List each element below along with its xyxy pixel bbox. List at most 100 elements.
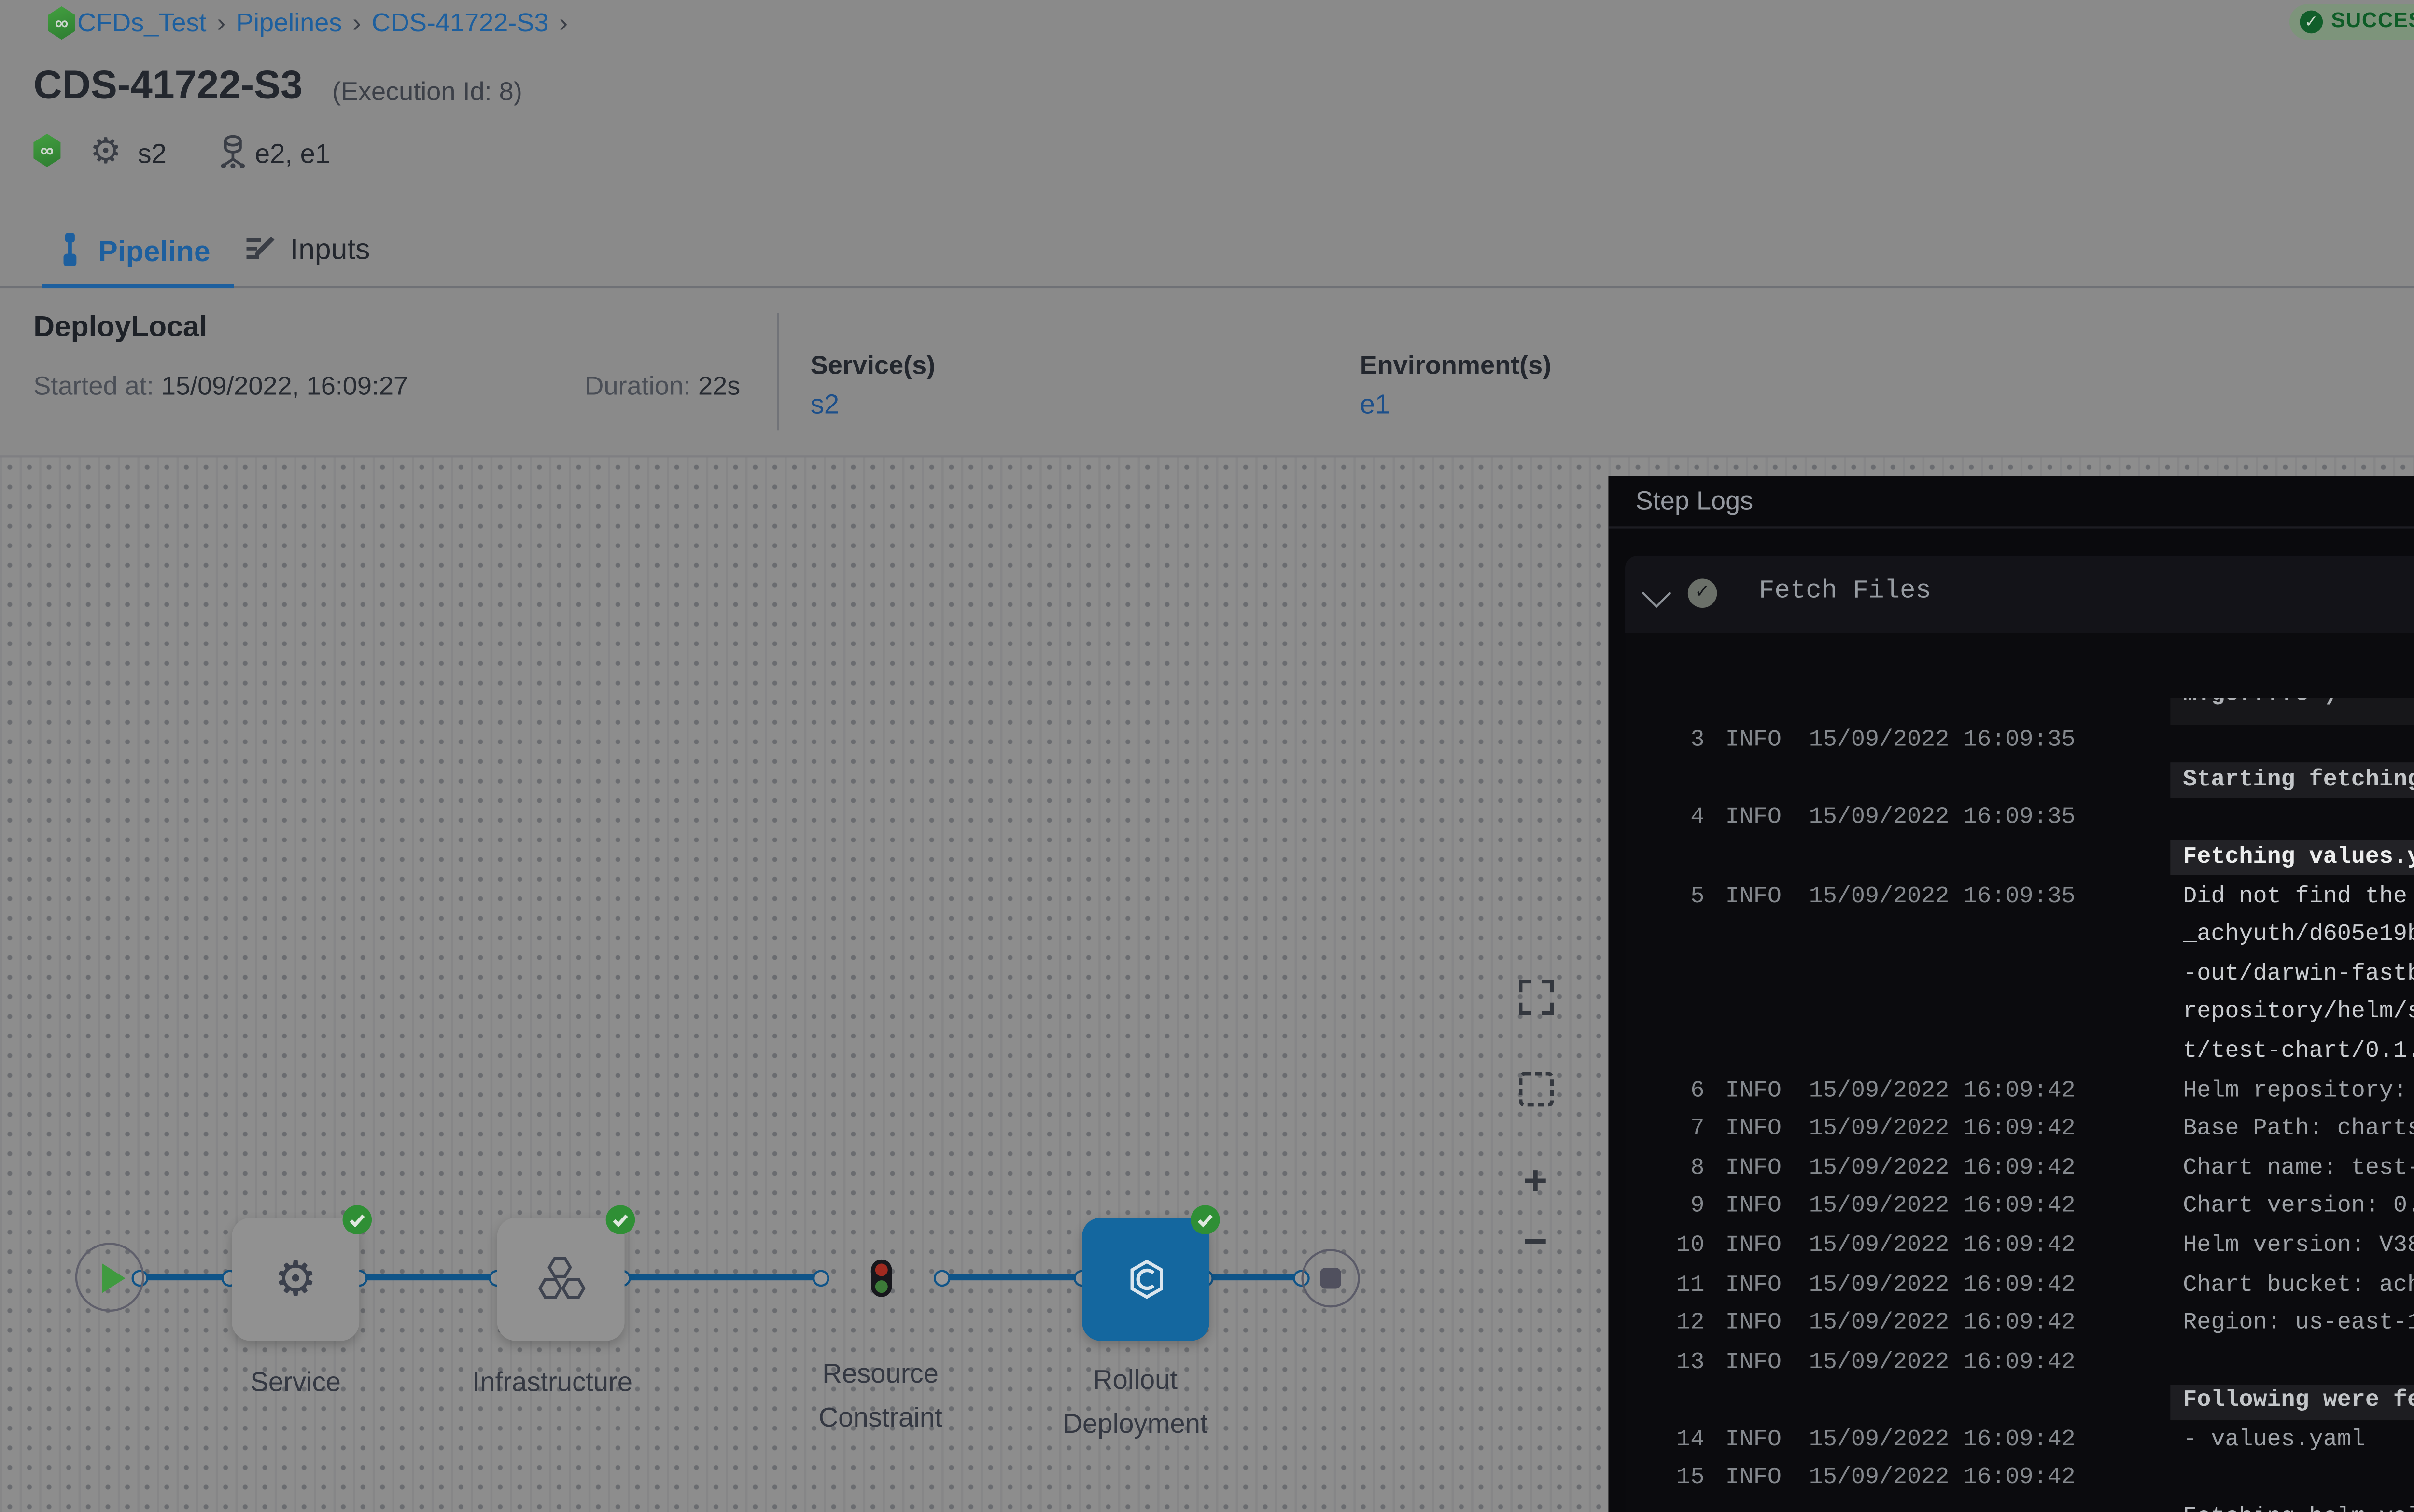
log-level: INFO	[1726, 1118, 1782, 1143]
log-row: -out/darwin-fastbuild/bin/260-delegate/e…	[1625, 957, 2414, 995]
environments-label: Environment(s)	[1360, 351, 1552, 380]
log-message: Base Path: charts/	[2183, 1118, 2414, 1143]
service-success-icon	[343, 1205, 372, 1234]
stage-started: Started at: 15/09/2022, 16:09:27	[33, 372, 408, 401]
log-level: INFO	[1726, 1195, 1782, 1220]
breadcrumb-link[interactable]: CFDs_Test	[77, 8, 207, 38]
log-line-number: 8	[1650, 1157, 1704, 1182]
log-timestamp: 15/09/2022 16:09:42	[1809, 1273, 2076, 1298]
log-level: INFO	[1726, 807, 1782, 832]
page-title: CDS-41722-S3	[33, 65, 302, 111]
resource-constraint-node[interactable]	[870, 1259, 892, 1297]
service-node-label: Service	[190, 1362, 401, 1405]
status-badge: ✓ SUCCESS	[2289, 4, 2414, 40]
environment-tag[interactable]: e2, e1	[255, 138, 330, 169]
log-line-number: 10	[1650, 1234, 1704, 1260]
environment-icon	[217, 134, 249, 169]
log-row: Starting fetching Helm values	[1625, 763, 2414, 801]
end-node	[1301, 1249, 1360, 1307]
log-timestamp: 15/09/2022 16:09:42	[1809, 1467, 2076, 1492]
breadcrumb: CFDs_Test›Pipelines›CDS-41722-S3›	[77, 8, 578, 38]
log-message: Region: us-east-1	[2183, 1312, 2414, 1337]
fetch-files-title: Fetch Files	[1759, 576, 1931, 606]
status-text: SUCCESS	[2331, 11, 2414, 34]
connector-line	[629, 1275, 821, 1281]
log-message: Starting fetching Helm values	[2170, 763, 2414, 798]
breadcrumb-link[interactable]: Pipelines	[236, 8, 342, 38]
inputs-icon	[244, 233, 276, 264]
tab-pipeline[interactable]: Pipeline	[56, 232, 211, 267]
log-message: - values.yaml	[2183, 1428, 2365, 1454]
log-level: INFO	[1726, 729, 1782, 755]
resource-constraint-label: Resource Constraint	[796, 1354, 965, 1439]
log-row: 7 INFO 15/09/2022 16:09:42 Base Path: chart…	[1625, 1112, 2414, 1151]
log-line-number: 13	[1650, 1351, 1704, 1376]
step-logs-title: Step Logs	[1636, 487, 1754, 516]
log-message: Following were fetched successfully :	[2170, 1384, 2414, 1420]
services-link[interactable]: s2	[811, 389, 839, 420]
log-timestamp: 15/09/2022 16:09:35	[1809, 885, 2076, 910]
log-row: repository/helm/source/93602db7-89f2-317…	[1625, 996, 2414, 1035]
zoom-in-button[interactable]: +	[1512, 1163, 1558, 1201]
infrastructure-node[interactable]	[497, 1218, 625, 1341]
environments-link[interactable]: e1	[1360, 389, 1390, 420]
log-level: INFO	[1726, 1157, 1782, 1182]
stage-duration: Duration: 22s	[585, 372, 740, 401]
fetch-files-header[interactable]: ✓ Fetch Files ↑ ↓ 9s	[1625, 556, 2414, 633]
breadcrumb-link[interactable]: CDS-41722-S3	[372, 8, 549, 38]
canvas-minimap-icon[interactable]	[1518, 1072, 1554, 1107]
hexagons-icon	[533, 1254, 588, 1304]
step-logs-panel: Step Logs Console View ✓ Fetch Files ↑ ↓…	[1608, 476, 2414, 1512]
connector-line	[948, 1275, 1082, 1281]
log-line-number: 5	[1650, 885, 1704, 910]
log-message: Helm repository: aws-qa-setup-modified	[2183, 1079, 2414, 1104]
pipeline-icon	[56, 232, 84, 267]
log-line-number: 9	[1650, 1195, 1704, 1220]
log-timestamp: 15/09/2022 16:09:42	[1809, 1312, 2076, 1337]
log-line-number: 3	[1650, 729, 1704, 755]
log-level: INFO	[1726, 1079, 1782, 1104]
active-tab-underline	[42, 283, 234, 288]
log-timestamp: 15/09/2022 16:09:42	[1809, 1079, 2076, 1104]
chevron-down-icon[interactable]	[1642, 578, 1671, 608]
log-row: 4INFO15/09/2022 16:09:35	[1625, 801, 2414, 840]
service-tag[interactable]: s2	[138, 138, 167, 169]
log-clipped-line: m.goffffo )	[2170, 697, 2414, 724]
log-level: INFO	[1726, 885, 1782, 910]
log-timestamp: 15/09/2022 16:09:35	[1809, 729, 2076, 755]
breadcrumb-separator-icon: ›	[559, 8, 568, 38]
gear-icon: ⚙	[274, 1255, 317, 1303]
connector-line	[146, 1275, 230, 1281]
harness-pipeline-icon: ∞	[33, 134, 60, 167]
tab-inputs[interactable]: Inputs	[244, 232, 370, 265]
canvas-fullscreen-icon[interactable]	[1518, 980, 1554, 1015]
start-node[interactable]	[75, 1243, 144, 1312]
log-line-number: 7	[1650, 1118, 1704, 1143]
log-rows: m.goffffo ) 3 INFO 15/09/2022 16:09:35 Start…	[1625, 685, 2414, 1512]
log-line-number: 11	[1650, 1273, 1704, 1298]
service-node[interactable]: ⚙	[232, 1218, 359, 1341]
traffic-light-green	[874, 1279, 887, 1292]
step-success-icon: ✓	[1688, 577, 1717, 607]
log-message: Did not find the chart and version in lo…	[2183, 885, 2414, 910]
log-timestamp: 15/09/2022 16:09:42	[1809, 1118, 2076, 1143]
log-row: Fetching values.yaml from helm chart rep…	[1625, 840, 2414, 879]
services-label: Service(s)	[811, 351, 936, 380]
log-row: 5 INFO 15/09/2022 16:09:35 Did not find the…	[1625, 879, 2414, 918]
log-line-number: 4	[1650, 807, 1704, 832]
helm-icon	[1127, 1260, 1165, 1299]
check-icon: ✓	[2300, 11, 2323, 34]
started-label: Started at:	[33, 372, 154, 401]
log-row: Fetching helm values completed successfu…	[1625, 1500, 2414, 1512]
log-row: 15INFO15/09/2022 16:09:42	[1625, 1462, 2414, 1500]
stop-icon	[1319, 1267, 1341, 1288]
rollout-deployment-node[interactable]	[1082, 1218, 1209, 1341]
tab-pipeline-label: Pipeline	[98, 233, 210, 266]
connector-dot	[813, 1270, 829, 1287]
log-line-number: 6	[1650, 1079, 1704, 1104]
log-row: 9INFO15/09/2022 16:09:42Chart version: 0…	[1625, 1190, 2414, 1229]
log-row: 12INFO15/09/2022 16:09:42Region: us-east…	[1625, 1306, 2414, 1345]
fetch-files-section: ✓ Fetch Files ↑ ↓ 9s m.goffffo ) 3 INFO 15/…	[1625, 556, 2414, 1512]
stage-name: DeployLocal	[33, 309, 207, 342]
zoom-out-button[interactable]: −	[1512, 1224, 1558, 1261]
